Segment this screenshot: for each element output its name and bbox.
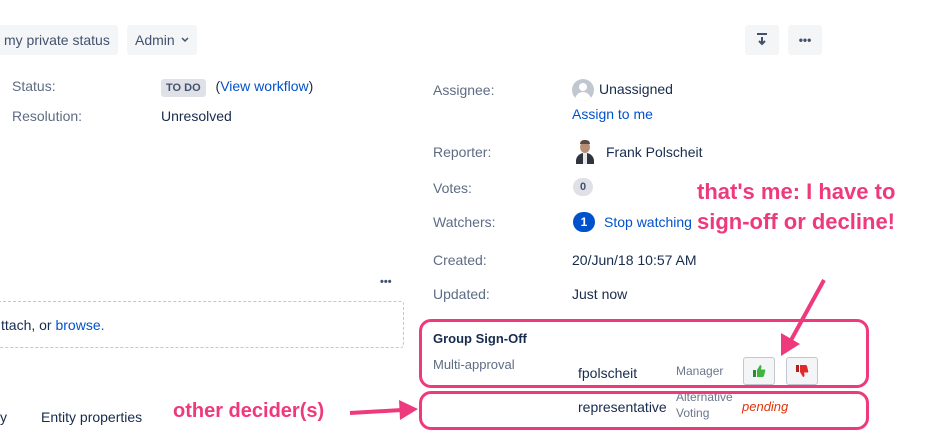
arrow-to-other-decider-icon: [349, 400, 418, 420]
arrow-to-approve-icon: [781, 279, 826, 356]
annotation-arrows: [349, 279, 826, 420]
